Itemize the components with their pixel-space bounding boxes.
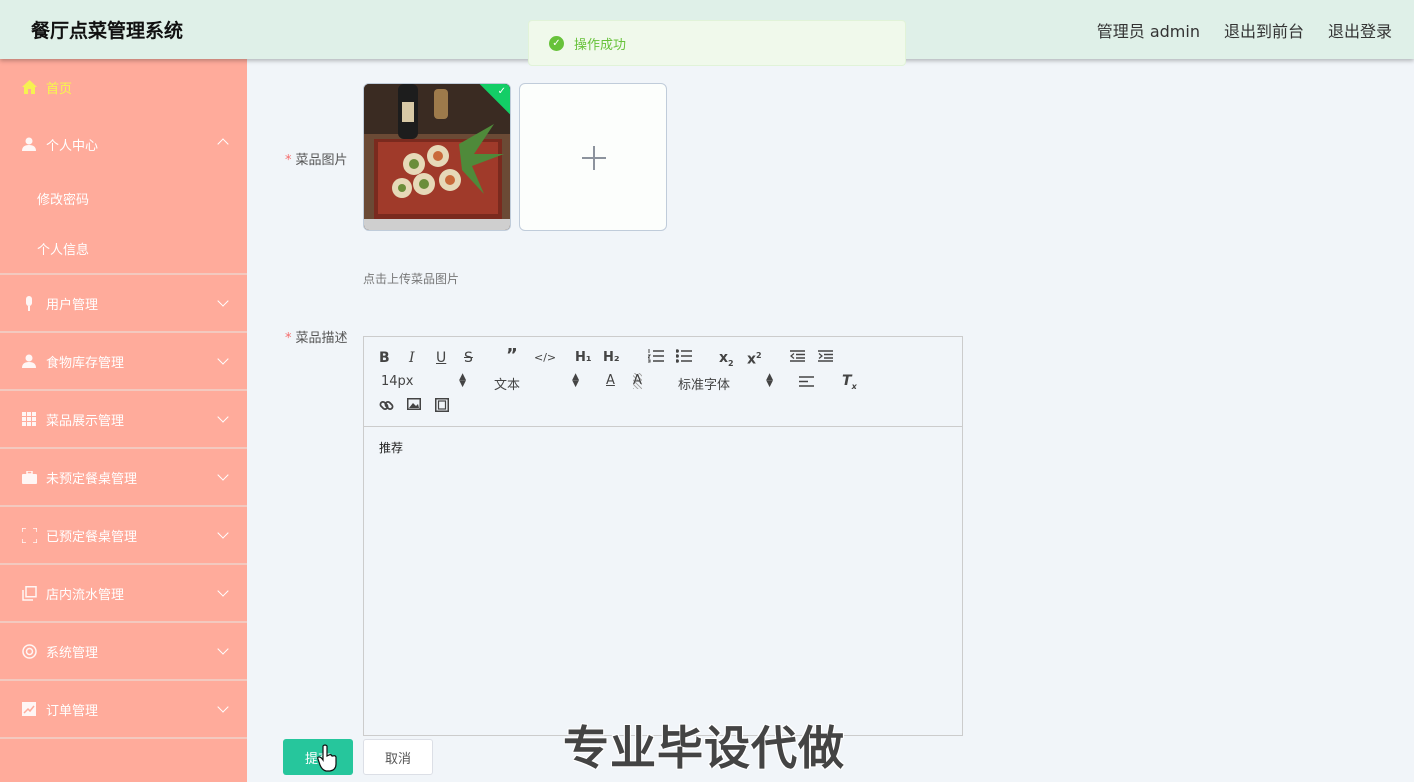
align-left-icon[interactable] (799, 375, 814, 391)
font-family-value: 标准字体 (678, 378, 731, 393)
sidebar: 首页 个人中心 修改密码 个人信息 用户管理 食物库存管理 菜品展示管理 未预定… (0, 59, 247, 782)
required-mark: * (285, 153, 292, 168)
font-size-select[interactable]: 14px ▲ ▼ (381, 372, 466, 390)
bold-icon[interactable]: B (379, 350, 390, 366)
clear-format-icon[interactable]: Tx (842, 373, 857, 395)
superscript-icon[interactable]: x2 (747, 348, 762, 368)
app-title: 餐厅点菜管理系统 (31, 20, 184, 42)
sidebar-item-unreserved-tables[interactable]: 未预定餐桌管理 (0, 449, 247, 507)
header1-icon[interactable]: H₁ (575, 350, 592, 366)
upload-tip: 点击上传菜品图片 (363, 272, 460, 286)
check-icon: ✓ (497, 86, 506, 97)
chevron-up-icon (217, 138, 229, 150)
dish-image-label: * 菜品图片 (285, 149, 348, 168)
cancel-button[interactable]: 取消 (363, 739, 433, 775)
sidebar-item-label: 菜品展示管理 (46, 413, 125, 429)
user-icon (21, 136, 37, 152)
bullet-list-icon[interactable] (675, 349, 692, 367)
sidebar-item-users[interactable]: 用户管理 (0, 275, 247, 333)
sidebar-subitem-change-password[interactable]: 修改密码 (0, 173, 247, 223)
editor-content[interactable]: 推荐 (379, 439, 403, 456)
add-image-button[interactable] (519, 83, 667, 231)
strike-icon[interactable]: S (464, 350, 473, 366)
dish-desc-label: * 菜品描述 (285, 327, 348, 346)
sidebar-item-label: 食物库存管理 (46, 355, 125, 371)
chevron-down-icon (217, 643, 229, 655)
header2-icon[interactable]: H₂ (603, 350, 620, 366)
toast-message: 操作成功 (574, 37, 627, 53)
exit-to-front-link[interactable]: 退出到前台 (1224, 18, 1304, 42)
sidebar-item-label: 未预定餐桌管理 (46, 471, 138, 487)
required-mark: * (285, 331, 292, 346)
header-actions: 管理员 admin 退出到前台 退出登录 (1097, 18, 1392, 42)
sidebar-item-label: 订单管理 (46, 703, 99, 719)
ordered-list-icon[interactable] (647, 349, 664, 367)
select-arrows-icon: ▲ ▼ (572, 372, 579, 389)
chevron-down-icon (217, 585, 229, 597)
chevron-down-icon (217, 353, 229, 365)
chevron-down-icon (217, 411, 229, 423)
sidebar-item-label: 首页 (46, 81, 73, 97)
chevron-down-icon (217, 527, 229, 539)
sidebar-item-label: 用户管理 (46, 297, 99, 313)
rich-text-editor: B I U S ” </> H₁ H₂ x2 x2 14px ▲ ▼ 文本 ▲ ▼ … (363, 336, 963, 736)
sidebar-item-label: 个人中心 (46, 138, 99, 154)
block-type-select[interactable]: 文本 ▲ ▼ (494, 372, 579, 394)
chart-icon (21, 701, 37, 717)
font-family-select[interactable]: 标准字体 ▲ ▼ (678, 372, 773, 394)
block-type-value: 文本 (494, 378, 521, 393)
dish-image-label-text: 菜品图片 (295, 153, 348, 168)
outdent-icon[interactable] (790, 350, 805, 366)
sidebar-item-system[interactable]: 系统管理 (0, 623, 247, 681)
hand-cursor-icon (317, 744, 337, 772)
logout-link[interactable]: 退出登录 (1328, 18, 1392, 42)
editor-toolbar: B I U S ” </> H₁ H₂ x2 x2 14px ▲ ▼ 文本 ▲ ▼ … (364, 337, 962, 427)
sidebar-item-cash-flow[interactable]: 店内流水管理 (0, 565, 247, 623)
grid-icon (21, 411, 37, 427)
subscript-icon[interactable]: x2 (719, 350, 734, 372)
sidebar-item-home[interactable]: 首页 (0, 59, 247, 115)
fullscreen-icon (21, 527, 37, 543)
font-size-value: 14px (381, 374, 414, 389)
indent-icon[interactable] (818, 350, 833, 366)
italic-icon[interactable]: I (409, 350, 415, 366)
link-icon[interactable] (379, 398, 394, 417)
sidebar-item-food-stock[interactable]: 食物库存管理 (0, 333, 247, 391)
underline-icon[interactable]: U (436, 350, 446, 366)
dish-desc-label-text: 菜品描述 (295, 331, 348, 346)
sidebar-item-dish-display[interactable]: 菜品展示管理 (0, 391, 247, 449)
chevron-down-icon (217, 469, 229, 481)
font-color-icon[interactable]: A (606, 373, 615, 389)
success-check-icon: ✓ (549, 35, 564, 51)
code-block-icon[interactable]: </> (534, 350, 556, 366)
person-icon (21, 353, 37, 369)
dish-photo (364, 84, 510, 230)
image-icon[interactable] (407, 398, 421, 414)
sidebar-item-label: 已预定餐桌管理 (46, 529, 138, 545)
sidebar-subitem-profile[interactable]: 个人信息 (0, 223, 247, 275)
uploaded-dish-image[interactable]: ✓ (363, 83, 511, 231)
sidebar-item-label: 系统管理 (46, 645, 99, 661)
blockquote-icon[interactable]: ” (506, 347, 518, 365)
select-arrows-icon: ▲ ▼ (459, 372, 466, 389)
sidebar-item-label: 店内流水管理 (46, 587, 125, 603)
copy-icon (21, 585, 37, 601)
plus-icon-vertical (593, 146, 595, 170)
chevron-down-icon (217, 295, 229, 307)
briefcase-icon (21, 469, 37, 485)
success-toast: ✓ 操作成功 (528, 20, 906, 66)
lifebuoy-icon (21, 643, 37, 659)
chevron-down-icon (217, 701, 229, 713)
sidebar-item-personal[interactable]: 个人中心 (0, 115, 247, 173)
sidebar-item-reserved-tables[interactable]: 已预定餐桌管理 (0, 507, 247, 565)
current-user: 管理员 admin (1096, 22, 1200, 41)
background-color-icon[interactable]: A (633, 373, 642, 389)
sidebar-item-orders[interactable]: 订单管理 (0, 681, 247, 739)
microphone-icon (21, 295, 37, 311)
select-arrows-icon: ▲ ▼ (766, 372, 773, 389)
watermark-text: 专业毕设代做 (563, 721, 845, 775)
home-icon (21, 79, 37, 95)
video-icon[interactable] (435, 398, 449, 416)
